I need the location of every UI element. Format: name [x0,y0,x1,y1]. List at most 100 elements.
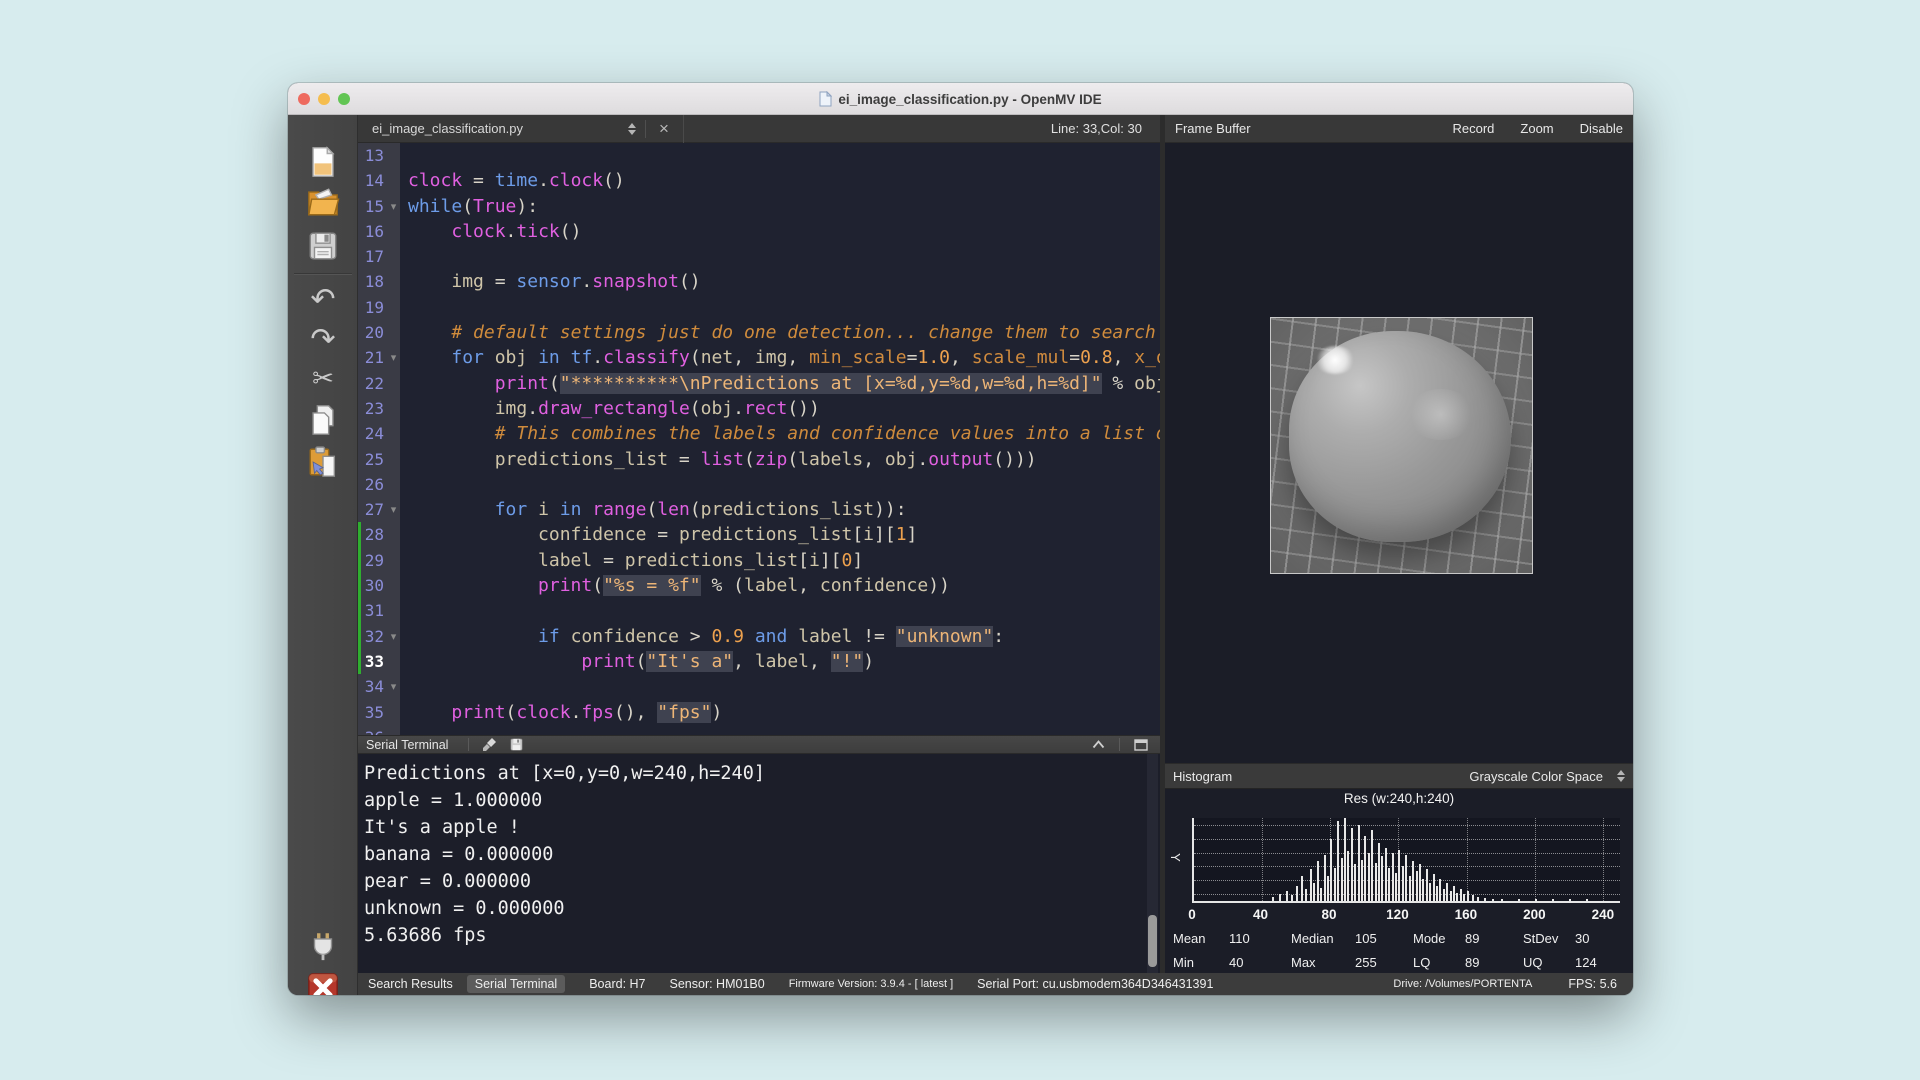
terminal-line: It's a apple ! [364,817,520,838]
fold-arrow-icon[interactable]: ▾ [387,624,400,649]
fold-arrow-icon[interactable]: ▾ [387,674,400,699]
copy-button[interactable] [303,401,343,439]
code-line[interactable]: 23 img.draw_rectangle(obj.rect()) [358,395,1160,422]
code-line[interactable]: 19 [358,294,1160,321]
open-file-button[interactable] [303,183,343,221]
code-line[interactable]: 16 clock.tick() [358,218,1160,245]
zoom-button[interactable]: Zoom [1520,121,1553,136]
save-file-button[interactable] [303,227,343,265]
histogram-bar [1408,876,1411,901]
histogram-bar [1279,894,1282,901]
histogram-bar [1492,898,1495,901]
code-line[interactable]: 14 clock = time.clock() [358,168,1160,194]
histogram-bar [1343,818,1346,901]
terminal-scrollbar-thumb[interactable] [1148,915,1157,967]
collapse-panel-button[interactable] [1088,737,1108,752]
histogram-bar [1337,821,1340,901]
chevron-up-icon [1092,740,1104,749]
histogram-bar [1517,899,1520,901]
line-number: 24 [358,421,400,447]
histogram-bar [1418,864,1421,901]
disable-button[interactable]: Disable [1580,121,1623,136]
code-line[interactable]: 15 ▾ while(True): [358,193,1160,219]
histogram-bar [1296,886,1299,901]
stop-button[interactable] [303,969,343,995]
tab-close-icon[interactable]: × [655,119,673,139]
code-line[interactable]: 30 print("%s = %f" % (label, confidence)… [358,573,1160,599]
stat-label: UQ [1523,955,1543,970]
code-line[interactable]: 29 label = predictions_list[i][0] [358,547,1160,574]
histogram-bar [1333,867,1336,901]
line-number: 23 [358,395,400,422]
fold-arrow-icon[interactable]: ▾ [387,345,400,370]
stat-label: Min [1173,955,1194,970]
serial-terminal-output[interactable]: Predictions at [x=0,y=0,w=240,h=240] appl… [358,754,1160,973]
terminal-line: pear = 0.000000 [364,871,532,892]
histogram-bar [1286,891,1289,901]
terminal-scrollbar[interactable] [1147,754,1158,973]
histogram-bar [1435,886,1438,901]
redo-button[interactable]: ↷ [303,321,343,359]
colorspace-stepper-icon[interactable] [1617,770,1633,782]
statusbar-search-results[interactable]: Search Results [368,977,453,991]
detach-panel-button[interactable] [1131,737,1151,752]
code-line[interactable]: 36 [358,724,1160,735]
save-log-button[interactable] [506,737,526,752]
histogram-bar [1395,872,1398,901]
histogram-bar [1429,882,1432,901]
stat-value: 30 [1575,931,1590,946]
histogram-bar [1301,876,1304,901]
stat-label: LQ [1413,955,1431,970]
connect-button[interactable] [303,927,343,965]
code-line[interactable]: 18 img = sensor.snapshot() [358,269,1160,295]
code-line[interactable]: 35 print(clock.fps(), "fps") [358,699,1160,725]
x-axis-ticks: 0 40 80 120 160 200 240 [1188,907,1620,925]
gridline-vertical [1534,818,1536,901]
axis-tick: 0 [1188,907,1196,922]
frame-buffer-view[interactable] [1165,143,1633,763]
colorspace-select[interactable]: Grayscale Color Space [1469,769,1617,784]
serial-terminal-title: Serial Terminal [366,737,449,752]
serial-terminal-header[interactable]: Serial Terminal [358,735,1160,754]
code-line[interactable]: 34 ▾ [358,674,1160,700]
histogram-bar [1272,896,1275,901]
clear-terminal-button[interactable] [480,737,500,752]
paste-button[interactable] [303,443,343,481]
code-line[interactable]: 33 print("It's a", label, "!") [358,648,1160,675]
code-line[interactable]: 24 # This combines the labels and confid… [358,421,1160,447]
undo-button[interactable]: ↶ [303,281,343,319]
line-number: 33 [358,648,400,675]
code-line[interactable]: 22 print("**********\nPredictions at [x=… [358,370,1160,396]
histogram-bar [1323,855,1326,901]
code-line[interactable]: 25 predictions_list = list(zip(labels, o… [358,446,1160,472]
cut-button[interactable]: ✂ [303,360,343,398]
code-line[interactable]: 21 ▾ for obj in tf.classify(net, img, min… [358,345,1160,371]
statusbar-firmware-version: Firmware Version: 3.9.4 - [ latest ] [788,978,954,990]
code-editor[interactable]: 13 14 clock = time.clock() 15 ▾ while(True): 1… [358,143,1160,735]
sheen [1406,389,1475,441]
code-line[interactable]: 13 [358,143,1160,169]
tab-list-stepper-icon[interactable] [628,122,637,135]
stat-value: 110 [1229,931,1250,946]
fold-arrow-icon[interactable]: ▾ [387,497,400,522]
code-line[interactable]: 26 [358,471,1160,498]
line-number: 26 [358,471,400,498]
code-line[interactable]: 27 ▾ for i in range(len(predictions_list)… [358,497,1160,523]
histogram-bar [1585,899,1588,901]
stat-label: StDev [1523,931,1559,946]
code-line[interactable]: 32 ▾ if confidence > 0.9 and label != "un… [358,623,1160,650]
tab-ei-image-classification[interactable]: ei_image_classification.py × [358,114,684,143]
fold-arrow-icon[interactable]: ▾ [387,194,400,219]
y-axis-label: Y [1167,853,1183,862]
axis-tick: 80 [1321,907,1337,922]
title-bar[interactable]: ei_image_classification.py - OpenMV IDE [288,83,1633,115]
code-line[interactable]: 28 confidence = predictions_list[i][1] [358,522,1160,549]
record-button[interactable]: Record [1452,121,1494,136]
code-line[interactable]: 17 [358,244,1160,270]
code-line[interactable]: 31 [358,598,1160,624]
histogram-bar [1320,887,1323,901]
statusbar-serial-terminal[interactable]: Serial Terminal [466,975,566,993]
code-line[interactable]: 20 # default settings just do one detect… [358,320,1160,346]
new-file-button[interactable] [303,143,343,181]
